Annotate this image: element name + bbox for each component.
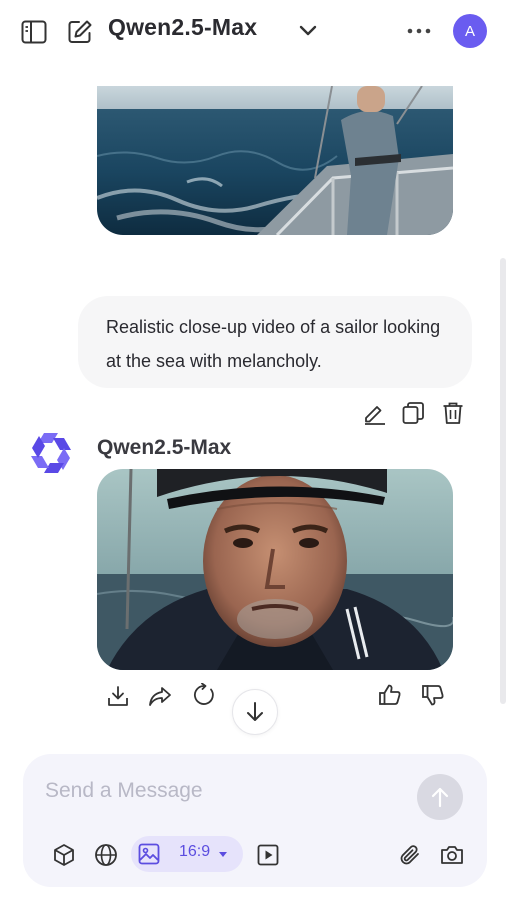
download-icon[interactable]: [105, 683, 131, 709]
chevron-down-icon[interactable]: [296, 20, 320, 42]
arrow-down-icon: [245, 701, 265, 723]
video-icon[interactable]: [255, 842, 281, 868]
share-icon[interactable]: [147, 683, 173, 709]
user-message-bubble: Realistic close-up video of a sailor loo…: [78, 296, 472, 388]
qwen-logo-icon: [28, 430, 74, 476]
delete-icon[interactable]: [440, 399, 466, 426]
cube-icon[interactable]: [51, 842, 77, 868]
globe-icon[interactable]: [93, 842, 119, 868]
caret-down-icon: [217, 849, 229, 859]
camera-icon[interactable]: [438, 842, 466, 868]
top-bar: Qwen2.5-Max A: [0, 0, 510, 62]
assistant-name: Qwen2.5-Max: [97, 436, 232, 459]
copy-icon[interactable]: [400, 400, 426, 426]
send-button[interactable]: [417, 774, 463, 820]
chat-scrollbar[interactable]: [500, 258, 506, 704]
user-message-text: Realistic close-up video of a sailor loo…: [106, 317, 441, 371]
message-composer: 16:9: [23, 754, 487, 887]
thumbs-up-icon[interactable]: [377, 682, 403, 708]
more-icon[interactable]: [405, 22, 433, 40]
sidebar-toggle-icon[interactable]: [20, 19, 48, 45]
generated-video-thumbnail[interactable]: [97, 469, 453, 670]
new-chat-icon[interactable]: [66, 18, 94, 46]
user-avatar[interactable]: A: [453, 14, 487, 48]
model-selector-title[interactable]: Qwen2.5-Max: [108, 14, 257, 41]
thumbs-down-icon[interactable]: [420, 682, 446, 708]
generated-video-thumbnail[interactable]: [97, 86, 453, 235]
send-arrow-icon: [430, 786, 450, 808]
scroll-to-bottom-button[interactable]: [232, 689, 278, 735]
edit-icon[interactable]: [361, 400, 387, 426]
message-input[interactable]: [45, 774, 405, 808]
attach-icon[interactable]: [397, 842, 423, 868]
aspect-ratio-label: 16:9: [179, 843, 211, 860]
regenerate-icon[interactable]: [191, 682, 217, 708]
image-icon[interactable]: [136, 841, 162, 867]
